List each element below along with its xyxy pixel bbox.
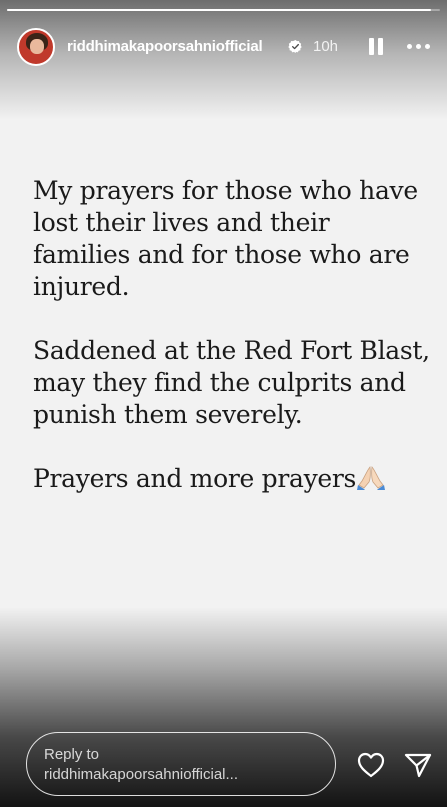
avatar-face	[30, 39, 44, 54]
story-paragraph: My prayers for those who have lost their…	[33, 176, 418, 301]
verified-badge-icon	[288, 39, 302, 54]
story-paragraph-text: Prayers and more prayers	[33, 464, 357, 493]
more-dot	[416, 44, 421, 49]
story-progress-fill	[7, 9, 432, 11]
pause-icon[interactable]	[366, 36, 386, 56]
story-header: riddhimakapoorsahniofficial 10h	[0, 24, 447, 70]
reply-input[interactable]: Reply to riddhimakapoorsahniofficial...	[26, 732, 336, 796]
send-icon[interactable]	[403, 751, 433, 779]
avatar[interactable]	[17, 28, 55, 66]
pause-bar-right	[378, 38, 383, 55]
pause-bar-left	[369, 38, 374, 55]
story-text: My prayers for those who have lost their…	[33, 175, 433, 527]
story-time: 10h	[313, 38, 339, 55]
heart-icon[interactable]	[356, 751, 386, 779]
story-paragraph: Saddened at the Red Fort Blast, may they…	[33, 336, 430, 429]
username[interactable]: riddhimakapoorsahniofficial	[67, 38, 263, 55]
more-options-icon[interactable]	[407, 44, 435, 50]
story-progress-bar	[7, 9, 440, 11]
reply-placeholder-line: riddhimakapoorsahniofficial...	[44, 766, 238, 783]
story-viewer[interactable]: riddhimakapoorsahniofficial 10h My praye…	[0, 0, 447, 807]
reply-placeholder: Reply to riddhimakapoorsahniofficial...	[44, 745, 324, 785]
more-dot	[425, 44, 430, 49]
reply-placeholder-line: Reply to	[44, 746, 100, 763]
more-dot	[407, 44, 412, 49]
folded-hands-emoji-icon	[357, 466, 386, 490]
story-paragraph-last: Prayers and more prayers	[33, 463, 433, 495]
